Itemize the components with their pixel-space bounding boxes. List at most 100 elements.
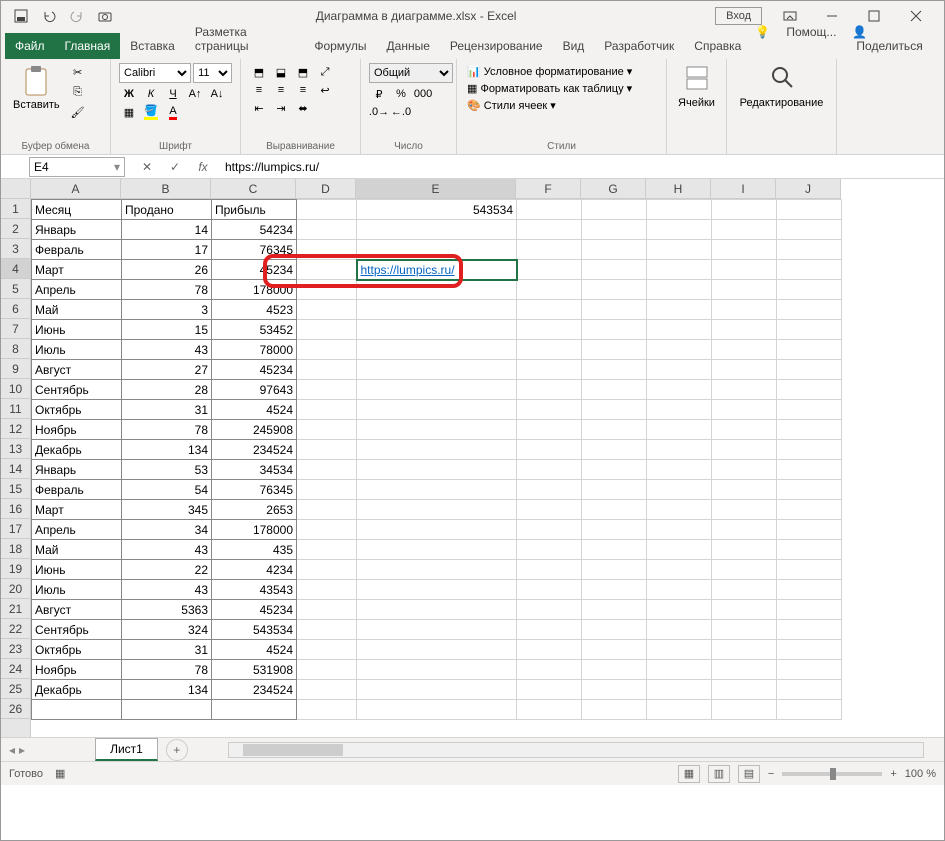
align-middle-icon[interactable]: ⬓: [271, 63, 291, 81]
cell[interactable]: [517, 400, 582, 420]
cell[interactable]: [582, 440, 647, 460]
comma-icon[interactable]: 000: [413, 85, 433, 103]
cell[interactable]: [297, 340, 357, 360]
align-center-icon[interactable]: ≡: [271, 81, 291, 99]
cell[interactable]: 543534: [357, 200, 517, 220]
font-grow-icon[interactable]: A↑: [185, 85, 205, 103]
cell[interactable]: 134: [122, 440, 212, 460]
cell[interactable]: [297, 480, 357, 500]
grid[interactable]: МесяцПроданоПрибыль543534Январь1454234Фе…: [31, 199, 842, 720]
cell[interactable]: Декабрь: [32, 440, 122, 460]
cell[interactable]: [777, 340, 842, 360]
camera-icon[interactable]: [93, 4, 117, 28]
col-header-C[interactable]: C: [211, 179, 296, 198]
cell[interactable]: 15: [122, 320, 212, 340]
sheet-nav-last-icon[interactable]: ▸: [19, 743, 25, 757]
format-as-table-button[interactable]: ▦ Форматировать как таблицу ▾: [465, 80, 658, 97]
cell[interactable]: [647, 440, 712, 460]
cell[interactable]: [297, 400, 357, 420]
view-page-break-icon[interactable]: ▤: [738, 765, 760, 783]
cell-styles-button[interactable]: 🎨 Стили ячеек ▾: [465, 97, 658, 114]
cell[interactable]: [357, 500, 517, 520]
cell[interactable]: [777, 280, 842, 300]
cell[interactable]: [777, 460, 842, 480]
cell[interactable]: [647, 280, 712, 300]
undo-icon[interactable]: [37, 4, 61, 28]
cell[interactable]: [297, 260, 357, 280]
cell[interactable]: 5363: [122, 600, 212, 620]
cell[interactable]: 14: [122, 220, 212, 240]
cell[interactable]: [517, 240, 582, 260]
cell[interactable]: [357, 400, 517, 420]
cell[interactable]: [712, 440, 777, 460]
cell[interactable]: [712, 580, 777, 600]
wrap-text-icon[interactable]: ↩: [315, 81, 335, 99]
bold-button[interactable]: Ж: [119, 85, 139, 103]
zoom-in-icon[interactable]: +: [890, 768, 896, 780]
cell[interactable]: [777, 520, 842, 540]
cell[interactable]: [297, 580, 357, 600]
number-format-select[interactable]: Общий: [369, 63, 453, 83]
cell[interactable]: Ноябрь: [32, 660, 122, 680]
cell[interactable]: 45234: [212, 600, 297, 620]
cell[interactable]: 178000: [212, 520, 297, 540]
cell[interactable]: 134: [122, 680, 212, 700]
cell[interactable]: [517, 420, 582, 440]
cell[interactable]: 4524: [212, 640, 297, 660]
row-header-14[interactable]: 14: [1, 459, 30, 479]
cell[interactable]: [777, 700, 842, 720]
cell[interactable]: [712, 540, 777, 560]
cell[interactable]: 78000: [212, 340, 297, 360]
cell[interactable]: Декабрь: [32, 680, 122, 700]
cell[interactable]: [647, 520, 712, 540]
cell[interactable]: [582, 700, 647, 720]
cell[interactable]: [517, 380, 582, 400]
row-header-25[interactable]: 25: [1, 679, 30, 699]
decrease-decimal-icon[interactable]: ←.0: [391, 103, 411, 121]
cell[interactable]: 4524: [212, 400, 297, 420]
cell[interactable]: 78: [122, 280, 212, 300]
font-name-select[interactable]: Calibri: [119, 63, 191, 83]
cell[interactable]: [517, 200, 582, 220]
cell[interactable]: [582, 640, 647, 660]
cell[interactable]: [712, 460, 777, 480]
cell[interactable]: [357, 640, 517, 660]
cell[interactable]: 31: [122, 400, 212, 420]
cell[interactable]: [297, 660, 357, 680]
formula-input[interactable]: [221, 157, 944, 177]
cell[interactable]: [647, 580, 712, 600]
col-header-E[interactable]: E: [356, 179, 516, 198]
cell[interactable]: 345: [122, 500, 212, 520]
tab-6[interactable]: Вид: [553, 33, 595, 59]
cell[interactable]: [712, 420, 777, 440]
row-header-7[interactable]: 7: [1, 319, 30, 339]
cell[interactable]: [357, 320, 517, 340]
cell[interactable]: [297, 620, 357, 640]
cell[interactable]: [297, 300, 357, 320]
cell[interactable]: [582, 460, 647, 480]
cell[interactable]: Май: [32, 300, 122, 320]
cell[interactable]: [712, 560, 777, 580]
paste-button[interactable]: Вставить: [9, 63, 64, 113]
cell[interactable]: 76345: [212, 480, 297, 500]
cell[interactable]: [712, 360, 777, 380]
cell[interactable]: [357, 220, 517, 240]
cell[interactable]: 22: [122, 560, 212, 580]
cell[interactable]: [582, 420, 647, 440]
row-header-12[interactable]: 12: [1, 419, 30, 439]
cell[interactable]: [582, 600, 647, 620]
cell[interactable]: 234524: [212, 440, 297, 460]
cell[interactable]: [647, 320, 712, 340]
tab-7[interactable]: Разработчик: [594, 33, 684, 59]
cell[interactable]: [712, 380, 777, 400]
cancel-formula-icon[interactable]: ✕: [137, 157, 157, 177]
cell[interactable]: 543534: [212, 620, 297, 640]
cell[interactable]: 76345: [212, 240, 297, 260]
cell[interactable]: [712, 660, 777, 680]
col-header-A[interactable]: A: [31, 179, 121, 198]
cell[interactable]: [712, 480, 777, 500]
cell[interactable]: [647, 220, 712, 240]
cell[interactable]: [357, 240, 517, 260]
cell[interactable]: [357, 620, 517, 640]
horizontal-scrollbar[interactable]: [228, 742, 924, 758]
